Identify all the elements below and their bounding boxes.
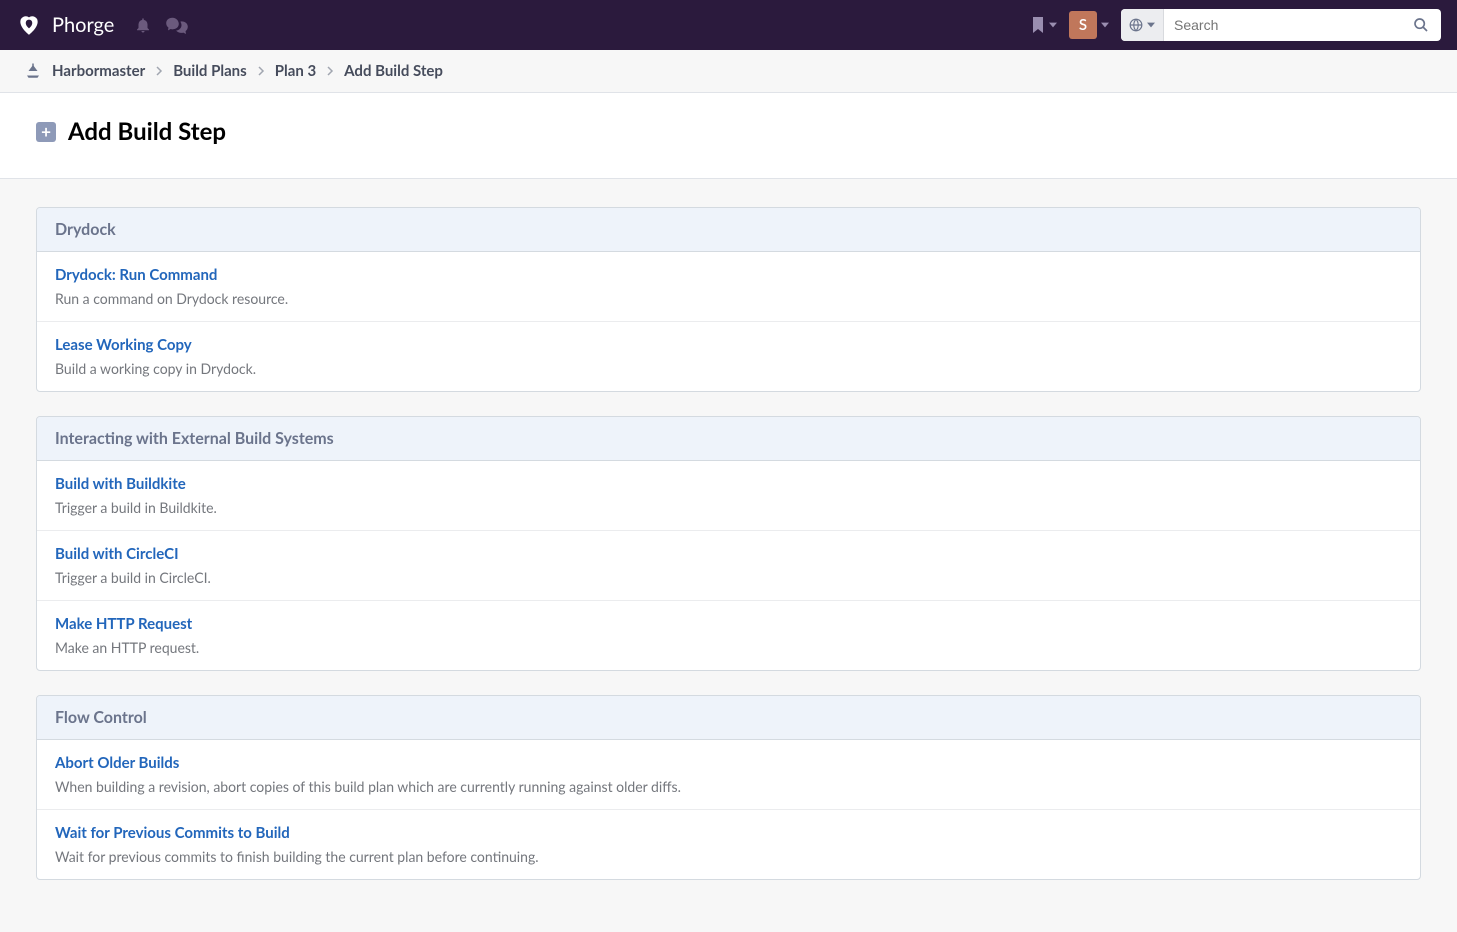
step-link[interactable]: Make HTTP Request — [55, 615, 1402, 633]
heart-icon — [16, 12, 42, 38]
globe-icon — [1129, 18, 1143, 32]
chevron-right-icon — [257, 66, 265, 76]
chevron-right-icon — [326, 66, 334, 76]
chevron-down-icon — [1049, 21, 1057, 29]
section-header: Drydock — [37, 208, 1420, 252]
step-link[interactable]: Drydock: Run Command — [55, 266, 1402, 284]
step-link[interactable]: Build with CircleCI — [55, 545, 1402, 563]
step-description: Trigger a build in Buildkite. — [55, 499, 1402, 516]
search-icon — [1413, 17, 1429, 33]
breadcrumb-link[interactable]: Harbormaster — [52, 62, 145, 80]
section-drydock: Drydock Drydock: Run Command Run a comma… — [36, 207, 1421, 392]
bookmark-dropdown[interactable] — [1031, 17, 1057, 33]
logo-area[interactable]: Phorge — [16, 12, 126, 38]
step-link[interactable]: Build with Buildkite — [55, 475, 1402, 493]
list-item: Wait for Previous Commits to Build Wait … — [37, 809, 1420, 879]
bookmark-icon — [1031, 17, 1045, 33]
user-avatar: S — [1069, 11, 1097, 39]
section-flow-control: Flow Control Abort Older Builds When bui… — [36, 695, 1421, 880]
header-right: S — [1031, 9, 1441, 41]
search-button[interactable] — [1401, 9, 1441, 41]
harbormaster-icon — [24, 62, 42, 80]
page-title: Add Build Step — [68, 117, 226, 146]
list-item: Build with CircleCI Trigger a build in C… — [37, 530, 1420, 600]
breadcrumb-link[interactable]: Build Plans — [173, 62, 247, 80]
section-header: Interacting with External Build Systems — [37, 417, 1420, 461]
chevron-down-icon — [1101, 21, 1109, 29]
breadcrumb: Harbormaster Build Plans Plan 3 Add Buil… — [0, 50, 1457, 93]
list-item: Lease Working Copy Build a working copy … — [37, 321, 1420, 391]
main-header: Phorge S — [0, 0, 1457, 50]
step-description: Make an HTTP request. — [55, 639, 1402, 656]
content: Drydock Drydock: Run Command Run a comma… — [0, 179, 1457, 932]
plus-square-icon: + — [36, 122, 56, 142]
header-icons — [134, 16, 188, 34]
step-description: Trigger a build in CircleCI. — [55, 569, 1402, 586]
step-description: Wait for previous commits to finish buil… — [55, 848, 1402, 865]
step-link[interactable]: Lease Working Copy — [55, 336, 1402, 354]
app-name[interactable]: Phorge — [52, 13, 114, 37]
search-input[interactable] — [1164, 17, 1401, 33]
chat-icon[interactable] — [166, 16, 188, 34]
chevron-right-icon — [155, 66, 163, 76]
search-container — [1121, 9, 1441, 41]
section-header: Flow Control — [37, 696, 1420, 740]
search-scope-selector[interactable] — [1121, 9, 1164, 41]
bell-icon[interactable] — [134, 16, 152, 34]
section-external: Interacting with External Build Systems … — [36, 416, 1421, 671]
step-description: Run a command on Drydock resource. — [55, 290, 1402, 307]
step-description: Build a working copy in Drydock. — [55, 360, 1402, 377]
user-menu[interactable]: S — [1069, 11, 1109, 39]
list-item: Drydock: Run Command Run a command on Dr… — [37, 252, 1420, 321]
step-description: When building a revision, abort copies o… — [55, 778, 1402, 795]
list-item: Make HTTP Request Make an HTTP request. — [37, 600, 1420, 670]
breadcrumb-current: Add Build Step — [344, 62, 443, 80]
chevron-down-icon — [1147, 21, 1155, 29]
step-link[interactable]: Wait for Previous Commits to Build — [55, 824, 1402, 842]
step-link[interactable]: Abort Older Builds — [55, 754, 1402, 772]
list-item: Build with Buildkite Trigger a build in … — [37, 461, 1420, 530]
breadcrumb-link[interactable]: Plan 3 — [275, 62, 316, 80]
list-item: Abort Older Builds When building a revis… — [37, 740, 1420, 809]
title-section: + Add Build Step — [0, 93, 1457, 179]
